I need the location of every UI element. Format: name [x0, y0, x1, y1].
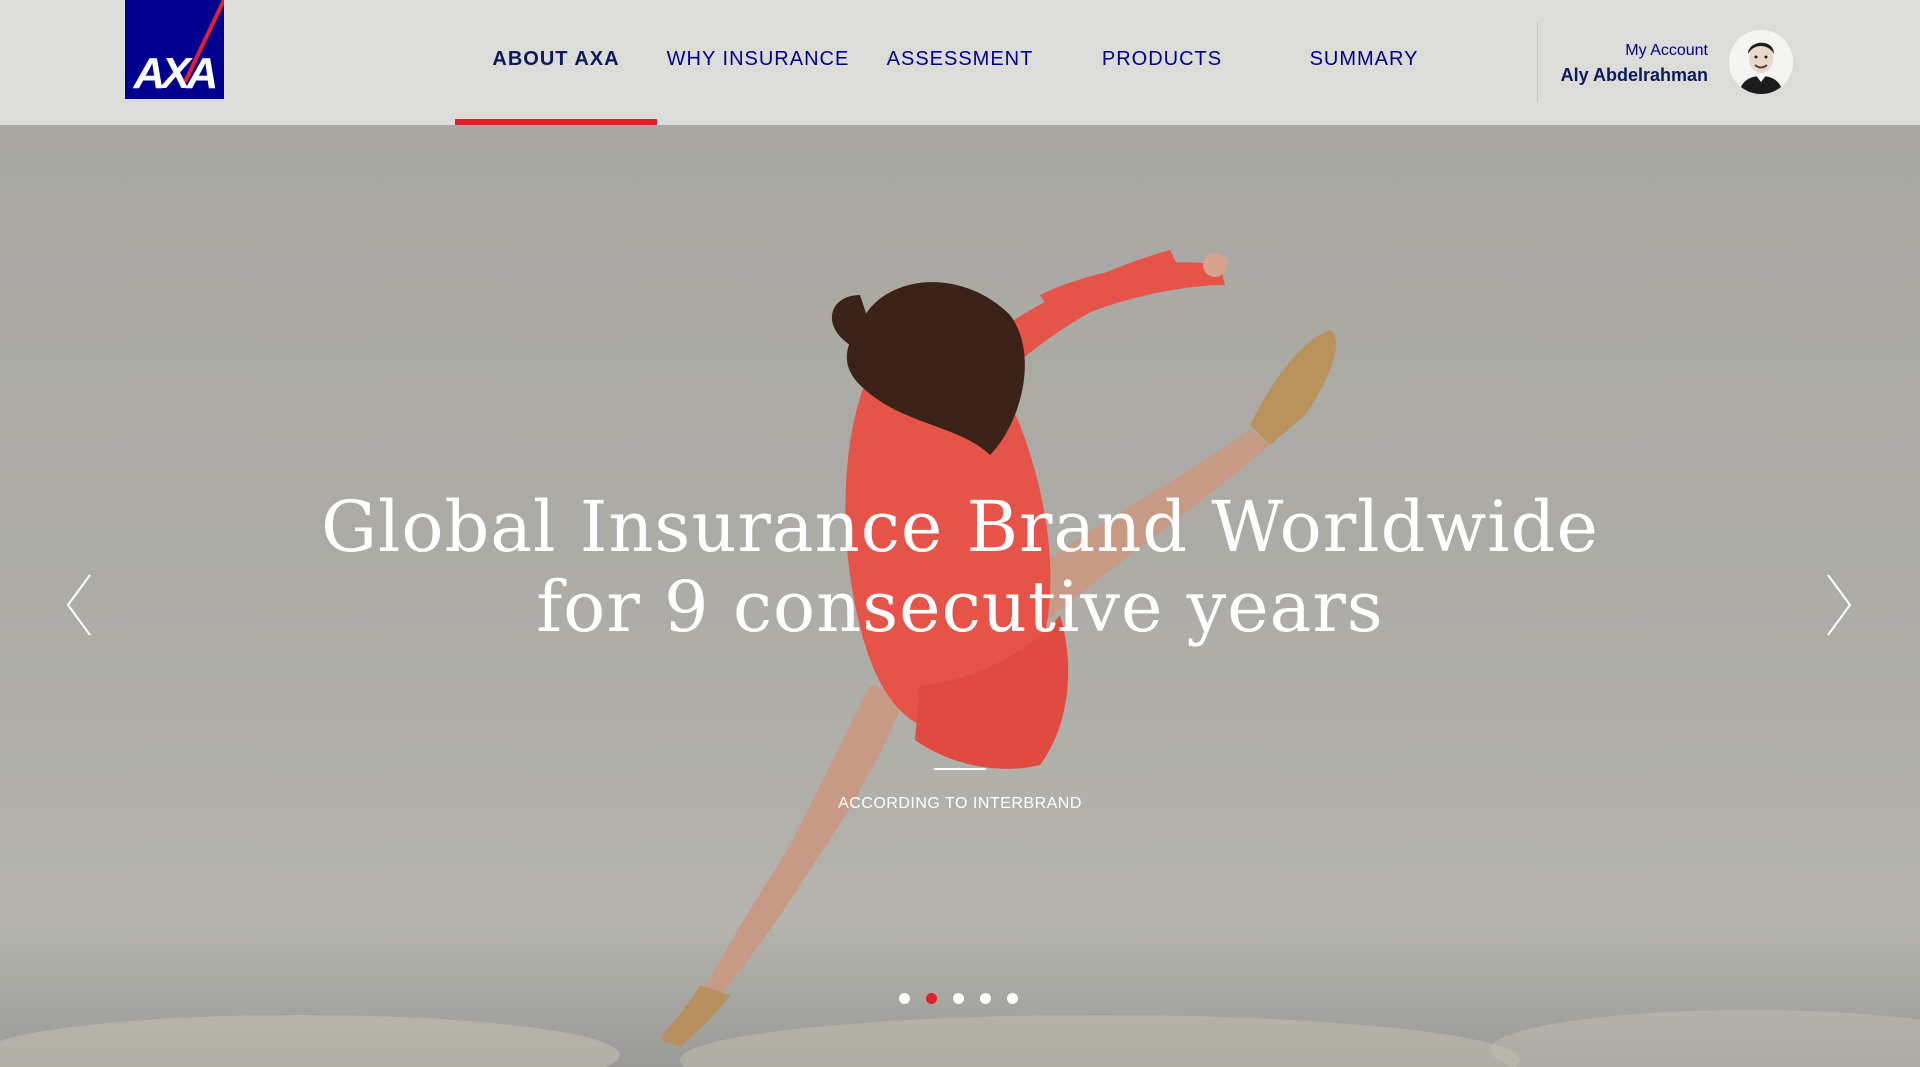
- hero-source: ACCORDING TO INTERBRAND: [838, 795, 1082, 812]
- header-divider: [1537, 22, 1538, 102]
- nav-why-insurance[interactable]: WHY INSURANCE: [657, 0, 859, 125]
- carousel-pagination: [899, 993, 1034, 1004]
- axa-logo[interactable]: AXA: [125, 0, 224, 99]
- nav-label: ABOUT AXA: [492, 48, 620, 70]
- site-header: AXA ABOUT AXA WHY INSURANCE ASSESSMENT P…: [0, 0, 1920, 125]
- carousel-dot-1[interactable]: [899, 993, 910, 1004]
- axa-logo-mark: AXA: [125, 0, 224, 99]
- carousel-dot-3[interactable]: [953, 993, 964, 1004]
- nav-summary[interactable]: SUMMARY: [1263, 0, 1465, 125]
- user-avatar[interactable]: [1729, 30, 1793, 94]
- hero-carousel: Global Insurance Brand Worldwide for 9 c…: [0, 125, 1920, 1067]
- chevron-left-icon: [66, 574, 91, 636]
- account-label: My Account: [1625, 42, 1708, 59]
- svg-text:AXA: AXA: [133, 49, 216, 98]
- avatar-icon: [1729, 30, 1793, 94]
- account-menu[interactable]: My Account Aly Abdelrahman: [1561, 40, 1708, 88]
- nav-products[interactable]: PRODUCTS: [1061, 0, 1263, 125]
- nav-label: ASSESSMENT: [886, 48, 1034, 70]
- headline-line-1: Global Insurance Brand Worldwide: [321, 486, 1599, 568]
- nav-label: WHY INSURANCE: [666, 48, 850, 70]
- carousel-dot-5[interactable]: [1007, 993, 1018, 1004]
- carousel-dot-4[interactable]: [980, 993, 991, 1004]
- main-nav: ABOUT AXA WHY INSURANCE ASSESSMENT PRODU…: [455, 0, 1465, 125]
- nav-assessment[interactable]: ASSESSMENT: [859, 0, 1061, 125]
- carousel-prev-button[interactable]: [60, 570, 100, 640]
- carousel-next-button[interactable]: [1818, 570, 1858, 640]
- headline-line-2: for 9 consecutive years: [536, 566, 1384, 648]
- headline-rule: [934, 768, 986, 770]
- nav-label: SUMMARY: [1309, 48, 1419, 70]
- nav-about-axa[interactable]: ABOUT AXA: [455, 0, 657, 125]
- nav-label: PRODUCTS: [1101, 48, 1223, 70]
- hero-headline: Global Insurance Brand Worldwide for 9 c…: [0, 487, 1920, 647]
- account-name: Aly Abdelrahman: [1560, 65, 1708, 85]
- carousel-dot-2[interactable]: [926, 993, 937, 1004]
- chevron-right-icon: [1827, 574, 1852, 636]
